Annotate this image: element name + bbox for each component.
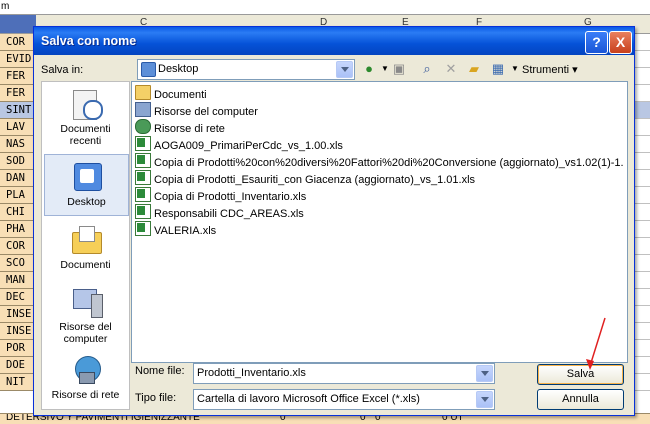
annotation-arrow [586,317,606,370]
